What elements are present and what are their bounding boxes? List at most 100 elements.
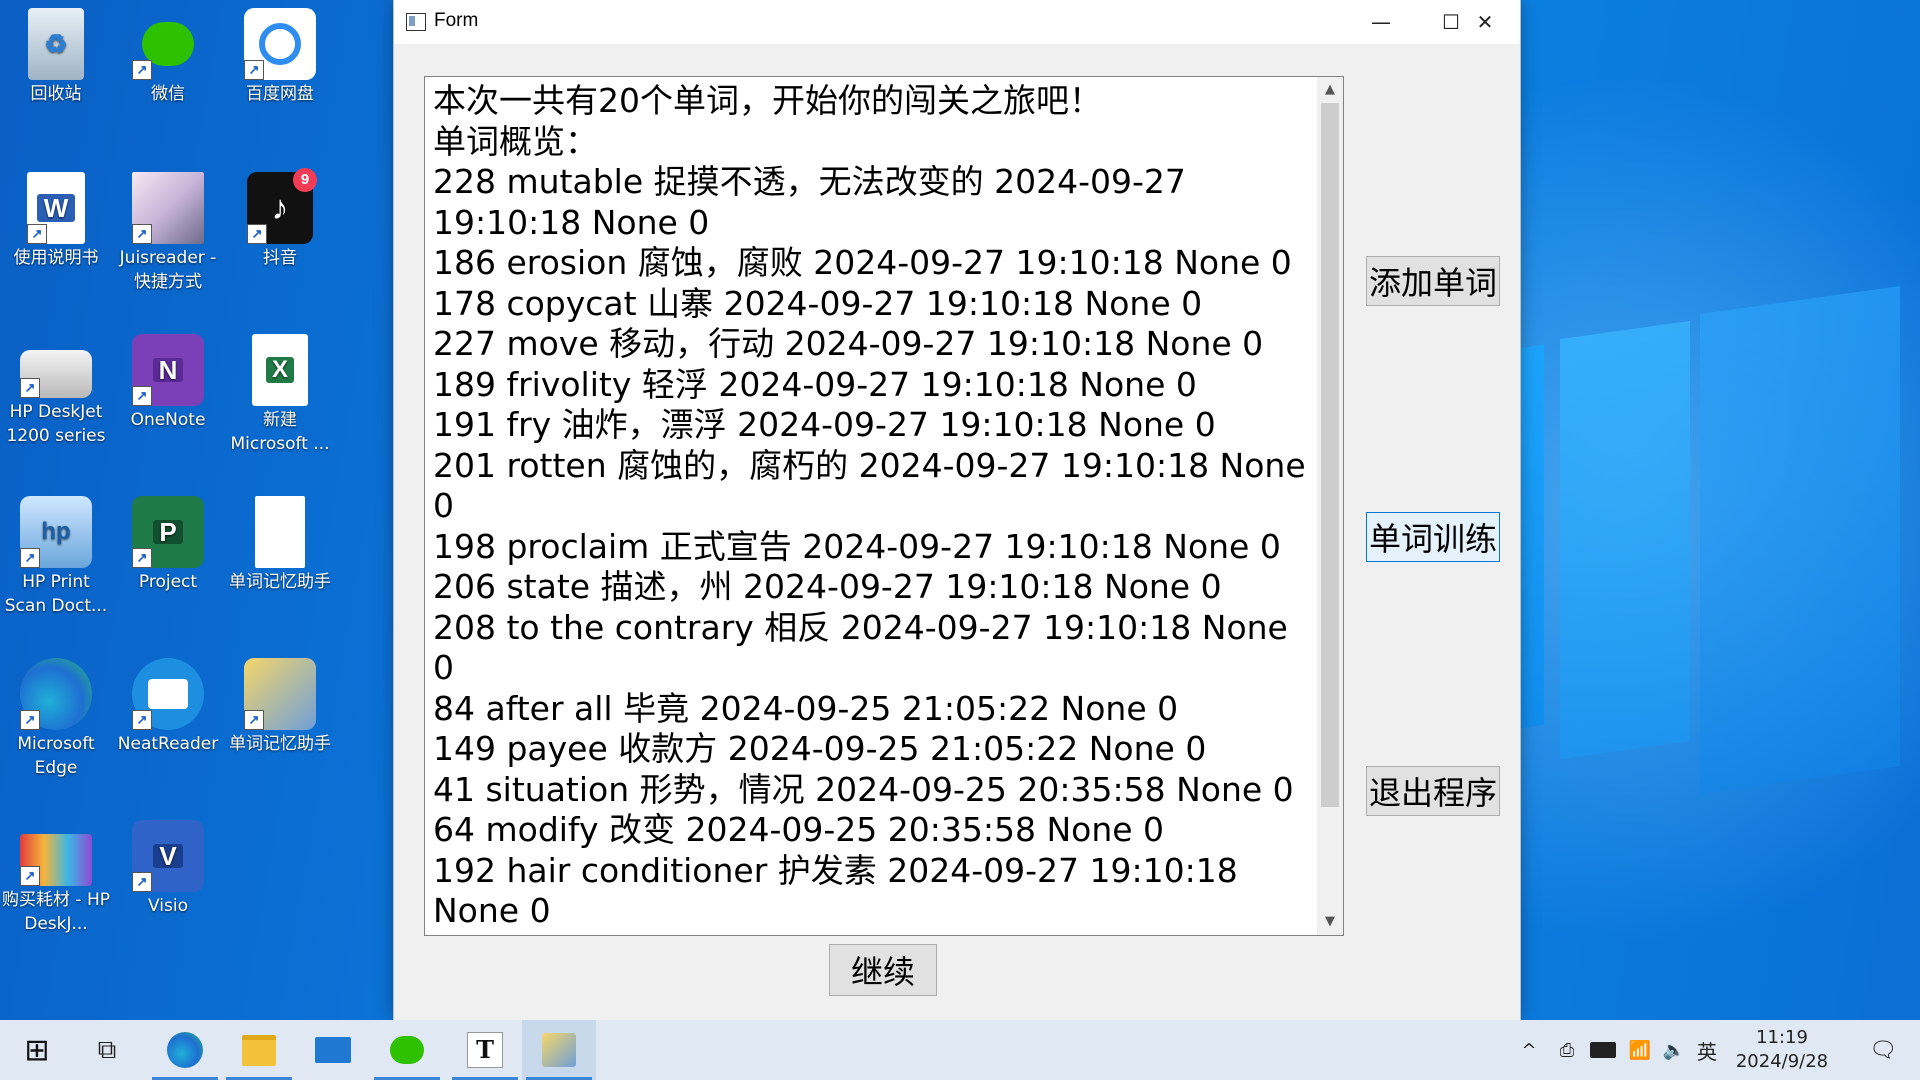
vertical-scrollbar[interactable]: ▲ ▼ bbox=[1317, 77, 1343, 935]
overview-line: 41 situation 形势，情况 2024-09-25 20:35:58 N… bbox=[433, 769, 1294, 809]
desktop-icon-manual[interactable]: W ↗ 使用说明书 bbox=[2, 166, 110, 270]
form-window: Form — ☐ ✕ 本次一共有20个单词，开始你的闯关之旅吧！ 单词概览： 228… bbox=[394, 0, 1520, 1020]
speaker-icon: 🔈 bbox=[1662, 1039, 1686, 1061]
desktop-icon-label: HP Print Scan Doct... bbox=[4, 572, 108, 616]
wifi-icon: 📶 bbox=[1628, 1039, 1652, 1061]
scrollbar-thumb[interactable] bbox=[1321, 103, 1339, 807]
desktop-icon-label: 抖音 bbox=[263, 248, 297, 268]
overview-line: 228 mutable 捉摸不透，无法改变的 2024-09-27 19:10:… bbox=[433, 162, 1197, 242]
overview-line: 192 hair conditioner 护发素 2024-09-27 19:1… bbox=[433, 850, 1249, 931]
shortcut-arrow-icon: ↗ bbox=[20, 378, 40, 398]
word-helper-icon bbox=[542, 1033, 576, 1067]
shortcut-arrow-icon: ↗ bbox=[132, 60, 152, 80]
desktop-icon-project[interactable]: P ↗ Project bbox=[114, 490, 222, 594]
desktop-icon-recycle-bin[interactable]: ♻ 回收站 bbox=[2, 2, 110, 106]
taskbar-edge[interactable] bbox=[148, 1020, 222, 1080]
shortcut-arrow-icon: ↗ bbox=[27, 224, 47, 244]
close-button[interactable]: ✕ bbox=[1450, 0, 1520, 44]
overview-line: 206 state 描述，州 2024-09-27 19:10:18 None … bbox=[433, 567, 1222, 606]
printer-icon: ↗ bbox=[20, 350, 92, 398]
chevron-up-icon: ^ bbox=[1521, 1039, 1537, 1061]
desktop-icon-label: 回收站 bbox=[30, 84, 82, 104]
desktop-icon-wechat[interactable]: ↗ 微信 bbox=[114, 2, 222, 106]
show-hidden-icons-button[interactable]: ^ bbox=[1514, 1020, 1544, 1080]
taskbar-mail[interactable] bbox=[296, 1020, 370, 1080]
action-center-button[interactable]: 🗨 bbox=[1850, 1020, 1916, 1080]
battery-icon bbox=[1590, 1042, 1616, 1058]
shortcut-arrow-icon: ↗ bbox=[132, 386, 152, 406]
notification-icon: 🗨 bbox=[1869, 1037, 1897, 1063]
desktop-icon-new-excel[interactable]: X 新建 Microsoft ... bbox=[226, 328, 334, 456]
window-titlebar[interactable]: Form — ☐ ✕ bbox=[394, 0, 1520, 44]
add-word-button[interactable]: 添加单词 bbox=[1366, 256, 1500, 306]
desktop-icon-visio[interactable]: V ↗ Visio bbox=[114, 814, 222, 918]
tray-battery[interactable] bbox=[1586, 1020, 1620, 1080]
window-title: Form bbox=[434, 10, 479, 31]
overview-line: 201 rotten 腐蚀的，腐朽的 2024-09-27 19:10:18 N… bbox=[433, 445, 1317, 526]
recycle-bin-icon: ♻ bbox=[28, 8, 84, 80]
overview-line: 149 payee 收款方 2024-09-25 21:05:22 None 0 bbox=[433, 729, 1207, 768]
desktop-icon-label: Microsoft Edge bbox=[17, 734, 95, 778]
mail-icon bbox=[315, 1037, 351, 1063]
desktop-icon-edge[interactable]: ↗ Microsoft Edge bbox=[2, 652, 110, 780]
taskbar-wechat[interactable] bbox=[370, 1020, 444, 1080]
microphone-icon: ⎙ bbox=[1559, 1039, 1575, 1061]
taskbar-word-helper[interactable] bbox=[522, 1020, 596, 1080]
continue-button[interactable]: 继续 bbox=[829, 944, 937, 996]
desktop-icon-word-helper-file[interactable]: 单词记忆助手 bbox=[226, 490, 334, 594]
desktop-icon-label: 百度网盘 bbox=[246, 84, 314, 104]
desktop-icon-juisreader[interactable]: ↗ Juisreader - 快捷方式 bbox=[114, 166, 222, 294]
tray-volume[interactable]: 🔈 bbox=[1658, 1020, 1690, 1080]
tray-meet-icon[interactable]: ⎙ bbox=[1552, 1020, 1582, 1080]
shortcut-arrow-icon: ↗ bbox=[20, 710, 40, 730]
minimize-button[interactable]: — bbox=[1346, 0, 1416, 44]
scroll-down-arrow-icon[interactable]: ▼ bbox=[1317, 909, 1343, 935]
excel-document-icon: X bbox=[252, 334, 308, 406]
shortcut-arrow-icon: ↗ bbox=[244, 710, 264, 730]
edge-icon bbox=[167, 1032, 203, 1068]
shortcut-arrow-icon: ↗ bbox=[132, 224, 152, 244]
desktop-icon-label: Visio bbox=[148, 896, 188, 916]
overview-line: 191 fry 油炸，漂浮 2024-09-27 19:10:18 None 0 bbox=[433, 405, 1216, 444]
hp-scan-doctor-icon: hp ↗ bbox=[20, 496, 92, 568]
desktop-icon-onenote[interactable]: N ↗ OneNote bbox=[114, 328, 222, 432]
word-overview-textbox[interactable]: 本次一共有20个单词，开始你的闯关之旅吧！ 单词概览： 228 mutable 捉摸… bbox=[424, 76, 1344, 936]
taskbar-file-explorer[interactable] bbox=[222, 1020, 296, 1080]
start-button[interactable]: ⊞ bbox=[0, 1020, 74, 1080]
textbox-content: 本次一共有20个单词，开始你的闯关之旅吧！ 单词概览： 228 mutable 捉摸… bbox=[433, 81, 1317, 935]
visio-icon: V ↗ bbox=[132, 820, 204, 892]
desktop-icon-label: 单词记忆助手 bbox=[229, 734, 331, 754]
overview-line: 84 after all 毕竟 2024-09-25 21:05:22 None… bbox=[433, 688, 1179, 728]
taskbar-typora[interactable]: T bbox=[448, 1020, 522, 1080]
desktop-icon-label: Project bbox=[138, 572, 198, 592]
exit-program-button[interactable]: 退出程序 bbox=[1366, 766, 1500, 816]
desktop-icon-label: NeatReader bbox=[117, 734, 219, 754]
desktop-icon-label: 购买耗材 - HP DeskJ... bbox=[2, 890, 110, 934]
desktop-icon-buy-supplies[interactable]: ↗ 购买耗材 - HP DeskJ... bbox=[2, 814, 110, 936]
desktop-icon-douyin[interactable]: ♪ 9 ↗ 抖音 bbox=[226, 166, 334, 270]
windows-logo-icon: ⊞ bbox=[24, 1032, 50, 1068]
desktop-icon-label: 单词记忆助手 bbox=[229, 572, 331, 592]
desktop-icon-hp-print-scan-doctor[interactable]: hp ↗ HP Print Scan Doct... bbox=[2, 490, 110, 618]
app-window-icon bbox=[406, 13, 426, 31]
overview-line: 186 erosion 腐蚀，腐败 2024-09-27 19:10:18 No… bbox=[433, 243, 1292, 282]
word-training-button[interactable]: 单词训练 bbox=[1366, 512, 1500, 562]
taskbar: ⊞ ⧉ T ^ ⎙ 📶 🔈 英 11:19 2024/9/28 🗨 bbox=[0, 1020, 1920, 1080]
taskbar-clock[interactable]: 11:19 2024/9/28 bbox=[1714, 1026, 1850, 1074]
overview-line: 178 copycat 山寨 2024-09-27 19:10:18 None … bbox=[433, 283, 1203, 323]
tray-network[interactable]: 📶 bbox=[1624, 1020, 1656, 1080]
overview-line: 208 to the contrary 相反 2024-09-27 19:10:… bbox=[433, 607, 1299, 688]
desktop-icon-label: OneNote bbox=[130, 410, 206, 430]
shortcut-arrow-icon: ↗ bbox=[247, 224, 267, 244]
desktop-icon-baidu-netdisk[interactable]: ↗ 百度网盘 bbox=[226, 2, 334, 106]
desktop-icon-label: 使用说明书 bbox=[13, 248, 99, 268]
desktop-icon-label: HP DeskJet 1200 series bbox=[6, 402, 106, 446]
desktop-icon-neatreader[interactable]: ↗ NeatReader bbox=[114, 652, 222, 756]
douyin-icon: ♪ 9 ↗ bbox=[247, 168, 317, 244]
scroll-up-arrow-icon[interactable]: ▲ bbox=[1317, 77, 1343, 103]
desktop-icon-word-helper-app[interactable]: ↗ 单词记忆助手 bbox=[226, 652, 334, 756]
wechat-icon bbox=[390, 1036, 424, 1064]
project-icon: P ↗ bbox=[132, 496, 204, 568]
desktop-icon-hp-deskjet[interactable]: ↗ HP DeskJet 1200 series bbox=[2, 328, 110, 448]
task-view-button[interactable]: ⧉ bbox=[70, 1020, 144, 1080]
